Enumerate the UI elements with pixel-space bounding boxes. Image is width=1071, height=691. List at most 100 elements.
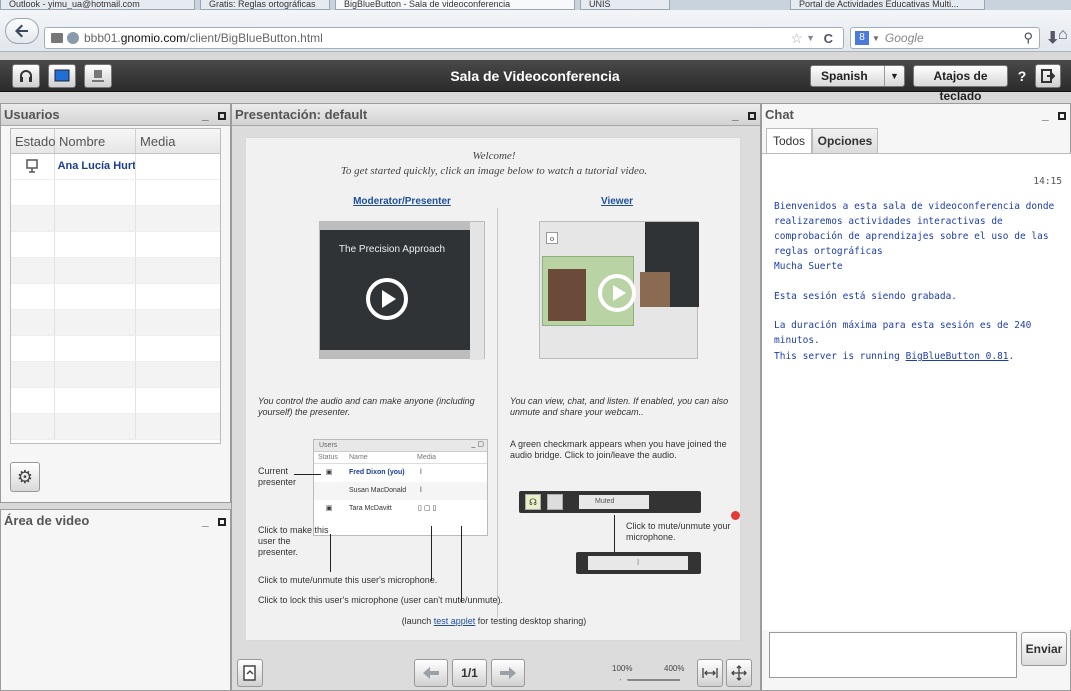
globe-icon	[67, 32, 79, 44]
users-example-box: Users _ ▢ Status Name Media ▣ Fred Dixon…	[313, 439, 488, 536]
chat-message: Bienvenidos a esta sala de videoconferen…	[774, 201, 1055, 257]
zoom-max-label: 400%	[664, 664, 685, 673]
table-row	[11, 180, 220, 206]
reload-icon[interactable]: C	[824, 31, 833, 46]
fit-width-button[interactable]	[697, 659, 723, 687]
user-media-cell	[136, 154, 220, 179]
help-button[interactable]: ?	[1013, 65, 1031, 87]
webcam-icon	[547, 494, 563, 510]
logout-icon	[1041, 69, 1055, 83]
column-header-name[interactable]: Nombre	[55, 129, 137, 153]
browser-tab[interactable]: Portal de Actividades Educativas Multi..…	[790, 0, 985, 10]
chat-message: Mucha Suerte	[774, 261, 843, 272]
users-table-header: Estado Nombre Media	[11, 129, 220, 154]
example-user: Fred Dixon (you)	[349, 469, 405, 476]
browser-tab[interactable]: UNIS	[580, 0, 670, 10]
viewer-heading: Viewer	[600, 196, 634, 207]
bookmark-star-icon[interactable]: ☆	[790, 30, 803, 47]
panel-window-controls[interactable]: _	[1042, 104, 1066, 126]
maximize-icon[interactable]	[218, 517, 226, 526]
page-indicator[interactable]: 1/1	[452, 659, 487, 687]
tab-todos[interactable]: Todos	[766, 128, 812, 153]
previous-slide-button[interactable]	[414, 659, 448, 687]
upload-button[interactable]	[237, 659, 263, 687]
zoom-slider-track[interactable]	[620, 679, 680, 681]
desktop-share-button[interactable]	[48, 64, 76, 88]
play-icon[interactable]	[598, 274, 636, 312]
monitor-icon	[54, 69, 70, 82]
example-user: Susan MacDonald	[349, 487, 407, 494]
maximize-icon[interactable]	[748, 111, 756, 120]
chat-input[interactable]	[769, 632, 1017, 678]
mic-icon: ǀ	[420, 487, 422, 494]
chat-message: Esta sesión está siendo grabada.	[774, 291, 958, 302]
browser-tab[interactable]: Gratis: Reglas ortográficas	[200, 0, 330, 10]
table-row	[11, 310, 220, 336]
muted-label: Muted	[579, 495, 649, 509]
users-box-col: Name	[349, 454, 368, 461]
play-icon[interactable]	[366, 278, 408, 320]
green-check-text: A green checkmark appears when you have …	[510, 439, 727, 460]
browser-tab-active[interactable]: BigBlueButton - Sala de videoconferencia	[335, 0, 575, 10]
mute-label: Click to mute/unmute this user's microph…	[258, 575, 438, 585]
app-title: Sala de Videoconferencia	[450, 68, 620, 84]
settings-gear-icon[interactable]: ⚙	[10, 462, 40, 492]
move-arrows-icon	[731, 665, 747, 681]
chat-timestamp: 14:15	[1033, 176, 1062, 187]
video-panel: Área de video _	[0, 509, 231, 691]
users-panel-title: Usuarios	[4, 107, 60, 122]
logout-button[interactable]	[1035, 64, 1061, 88]
back-button[interactable]	[5, 18, 39, 44]
panel-window-controls[interactable]: _	[732, 104, 756, 126]
table-row	[11, 258, 220, 284]
app-toolbar: Sala de Videoconferencia Spanish ▼ Atajo…	[0, 60, 1071, 103]
viewer-video-thumbnail[interactable]: o	[539, 221, 699, 359]
dropdown-icon[interactable]: ▼	[806, 33, 815, 43]
thumb-caption: The Precision Approach	[338, 244, 446, 255]
users-table: Estado Nombre Media Ana Lucía Hurtado	[10, 128, 221, 444]
bigbluebutton-link[interactable]: BigBlueButton 0.81	[906, 351, 1009, 362]
panel-window-controls[interactable]: _	[202, 104, 226, 126]
search-bar[interactable]: 8 ▼ Google ⚲	[850, 27, 1040, 49]
browser-tab[interactable]: Outlook - yimu_ua@hotmail.com	[0, 0, 195, 10]
moderator-video-thumbnail[interactable]: The Precision Approach	[319, 221, 485, 360]
back-arrow-icon	[15, 24, 28, 38]
zoom-slider-thumb[interactable]	[619, 674, 629, 683]
chevron-down-icon[interactable]: ▼	[884, 66, 904, 86]
next-slide-button[interactable]	[491, 659, 525, 687]
fit-page-button[interactable]	[726, 659, 752, 687]
make-presenter-label: Click to make this user the presenter.	[258, 525, 329, 557]
table-row[interactable]: Ana Lucía Hurtado	[11, 154, 220, 180]
video-panel-header: Área de video _	[1, 510, 230, 532]
maximize-icon[interactable]	[218, 111, 226, 120]
presentation-panel-title: Presentación: default	[235, 107, 368, 122]
zoom-min-label: 100%	[612, 664, 633, 673]
users-box-col: Media	[417, 454, 437, 461]
fit-width-icon	[702, 668, 718, 678]
users-box-controls: _ ▢	[471, 441, 484, 448]
launch-text: (launch test applet for testing desktop …	[401, 616, 587, 626]
chat-panel-header: Chat _	[762, 104, 1070, 126]
panel-window-controls[interactable]: _	[202, 510, 226, 532]
tab-opciones[interactable]: Opciones	[812, 128, 878, 153]
search-icon[interactable]: ⚲	[1023, 30, 1033, 46]
home-icon[interactable]: ⌂	[1058, 26, 1068, 44]
headset-button[interactable]	[12, 64, 40, 88]
headset-icon	[20, 70, 32, 82]
search-engine-dropdown-icon[interactable]: ▼	[872, 34, 880, 43]
search-engine-icon[interactable]: 8	[855, 31, 869, 45]
webcam-button[interactable]	[84, 64, 112, 88]
test-applet-link[interactable]: test applet	[434, 616, 476, 626]
shortcuts-button[interactable]: Atajos de teclado	[913, 65, 1008, 103]
language-select[interactable]: Spanish ▼	[810, 65, 905, 87]
column-header-media[interactable]: Media	[136, 129, 220, 153]
presenter-icon	[11, 154, 55, 179]
column-divider	[497, 208, 498, 618]
maximize-icon[interactable]	[1058, 111, 1066, 120]
arrow-line	[294, 474, 321, 475]
url-bar[interactable]: bbb01. gnomio.com/client/BigBlueButton.ht…	[44, 27, 844, 49]
page-icon	[51, 33, 63, 43]
send-button[interactable]: Enviar	[1021, 632, 1067, 666]
mic-bar-example: ǀ	[576, 552, 701, 574]
column-header-status[interactable]: Estado	[11, 129, 55, 153]
